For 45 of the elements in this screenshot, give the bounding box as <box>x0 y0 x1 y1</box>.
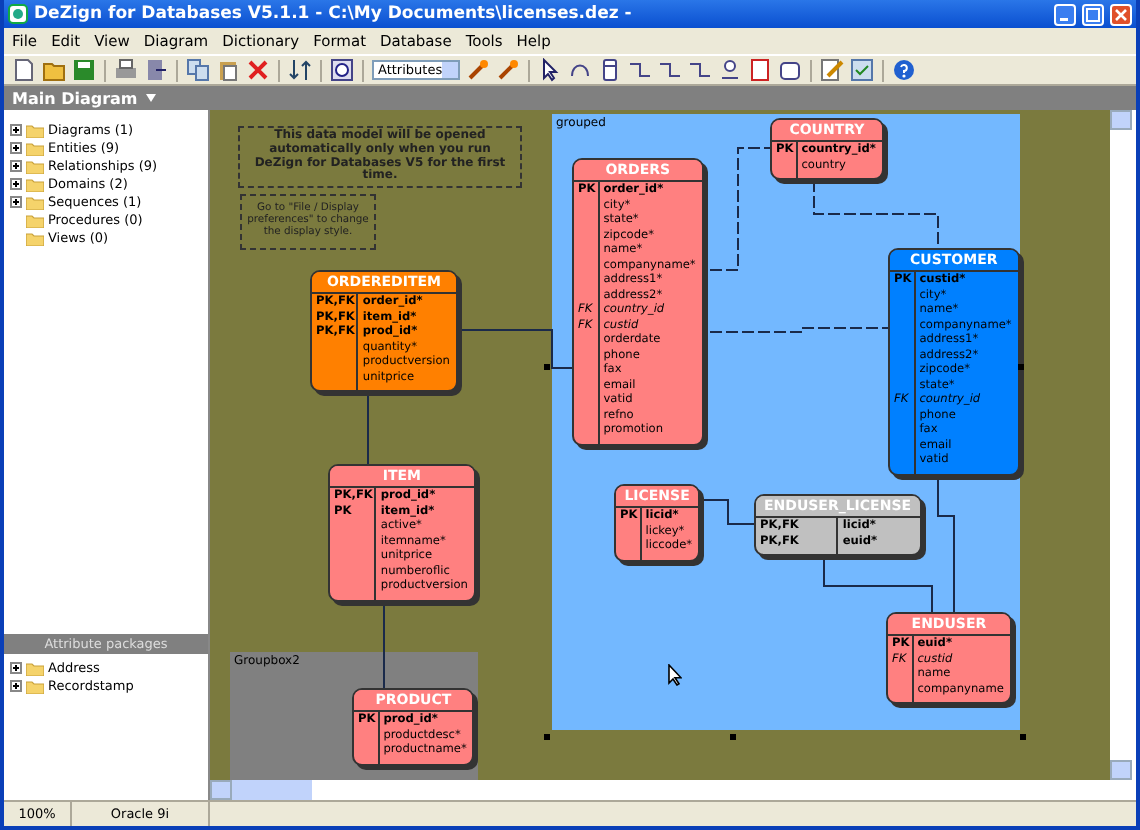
edit-icon[interactable] <box>820 58 844 82</box>
wand-icon[interactable] <box>466 58 490 82</box>
caret-icon[interactable] <box>145 94 156 102</box>
mouse-cursor-icon <box>668 664 682 686</box>
pointer-icon[interactable] <box>538 58 562 82</box>
resize-handle[interactable] <box>1018 364 1024 370</box>
help-icon[interactable] <box>892 58 916 82</box>
frame-tool-icon[interactable] <box>778 58 802 82</box>
relationship-line <box>367 391 369 465</box>
new-file-icon[interactable] <box>12 58 36 82</box>
entity-tool-icon[interactable] <box>598 58 622 82</box>
group-tool-icon[interactable] <box>718 58 742 82</box>
relationship-line <box>937 475 955 613</box>
relationship-line <box>823 557 933 613</box>
diagram-tab[interactable]: Main Diagram <box>12 89 138 107</box>
delete-icon[interactable] <box>246 58 270 82</box>
relation-tool-icon[interactable] <box>658 58 682 82</box>
check-icon[interactable] <box>850 58 874 82</box>
vertical-scrollbar[interactable] <box>1110 110 1136 780</box>
wand-icon[interactable] <box>496 58 520 82</box>
expand-icon[interactable] <box>10 160 22 172</box>
relationship-line <box>813 179 939 249</box>
expand-icon[interactable] <box>10 680 22 692</box>
zoom-icon[interactable] <box>330 58 354 82</box>
swap-arrows-icon[interactable] <box>288 58 312 82</box>
expand-icon[interactable] <box>10 196 22 208</box>
print-icon[interactable] <box>114 58 138 82</box>
resize-handle[interactable] <box>544 364 550 370</box>
copy-icon[interactable] <box>186 58 210 82</box>
resize-handle[interactable] <box>544 734 550 740</box>
note-tool-icon[interactable] <box>748 58 772 82</box>
open-folder-icon[interactable] <box>42 58 66 82</box>
resize-handle[interactable] <box>730 734 736 740</box>
paste-icon[interactable] <box>216 58 240 82</box>
app-icon <box>8 4 28 24</box>
horizontal-scrollbar[interactable] <box>210 780 1136 800</box>
expand-icon[interactable] <box>10 142 22 154</box>
resize-handle[interactable] <box>1020 734 1026 740</box>
expand-icon[interactable] <box>10 178 22 190</box>
window-title: DeZign for Databases V5.1.1 - C:\My Documents\licenses.dez - <box>34 4 634 24</box>
expand-icon[interactable] <box>10 662 22 674</box>
relation-tool-icon[interactable] <box>688 58 712 82</box>
expand-icon[interactable] <box>10 124 22 136</box>
save-icon[interactable] <box>72 58 96 82</box>
relation-tool-icon[interactable] <box>628 58 652 82</box>
